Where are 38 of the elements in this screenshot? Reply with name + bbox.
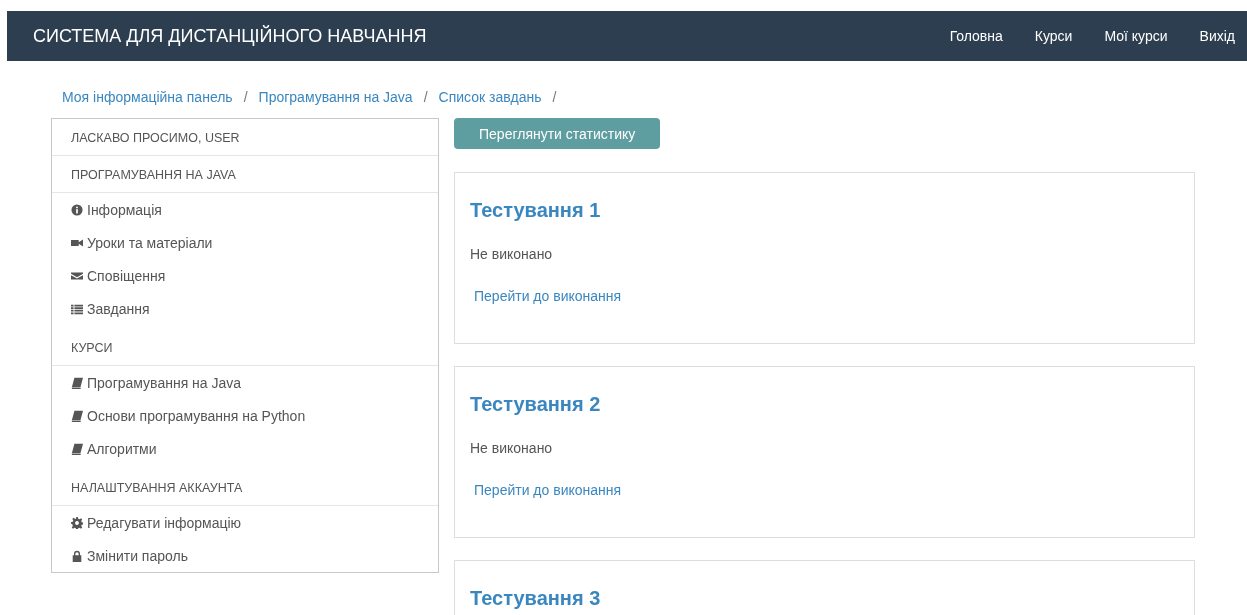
start-test-link[interactable]: Перейти до виконання: [470, 482, 622, 498]
breadcrumb-link[interactable]: Програмування на Java: [258, 89, 413, 105]
sidebar-link[interactable]: Алгоритми: [87, 440, 157, 457]
test-status: Не виконано: [470, 440, 554, 456]
nav-link[interactable]: Мої курси: [1084, 28, 1180, 44]
test-status: Не виконано: [470, 246, 554, 262]
nav-link[interactable]: Вихід: [1179, 28, 1247, 44]
nav-link[interactable]: Головна: [929, 28, 1015, 44]
breadcrumb-link[interactable]: Моя інформаційна панель: [62, 89, 233, 105]
breadcrumb-link[interactable]: Список завдань: [438, 89, 542, 105]
site-title[interactable]: СИСТЕМА ДЛЯ ДИСТАНЦІЙНОГО НАВЧАННЯ: [33, 25, 427, 47]
sidebar-heading: ЛАСКАВО ПРОСИМО, USER: [52, 119, 438, 156]
test-title: Тестування 3: [470, 587, 602, 610]
list-icon: [71, 302, 83, 315]
sidebar-link[interactable]: Уроки та матеріали: [87, 234, 213, 251]
sidebar-link[interactable]: Програмування на Java: [87, 374, 242, 391]
sidebar-link[interactable]: Основи програмування на Python: [87, 407, 306, 424]
test-title: Тестування 1: [470, 199, 602, 222]
nav-link[interactable]: Курси: [1014, 28, 1085, 44]
start-test-link[interactable]: Перейти до виконання: [470, 288, 622, 304]
info-icon: [71, 203, 83, 216]
book-icon: [71, 376, 83, 389]
lock-icon: [71, 549, 83, 562]
breadcrumb-separator: /: [242, 89, 249, 105]
sidebar-link[interactable]: Редагувати інформацію: [87, 514, 242, 531]
sidebar-link[interactable]: Завдання: [87, 300, 150, 317]
sidebar-heading: ПРОГРАМУВАННЯ НА JAVA: [52, 156, 438, 193]
sidebar-link[interactable]: Змінити пароль: [87, 547, 188, 564]
breadcrumb-separator: /: [551, 89, 558, 105]
sidebar-heading: НАЛАШТУВАННЯ АККАУНТА: [52, 469, 438, 506]
sidebar-link[interactable]: Інформація: [87, 201, 162, 218]
settings-icon: [71, 516, 83, 529]
breadcrumb-separator: /: [422, 89, 429, 105]
sidebar-link[interactable]: Сповіщення: [87, 267, 166, 284]
book-icon: [71, 409, 83, 422]
book-icon: [71, 442, 83, 455]
test-title: Тестування 2: [470, 393, 602, 416]
sidebar-heading: КУРСИ: [52, 329, 438, 366]
